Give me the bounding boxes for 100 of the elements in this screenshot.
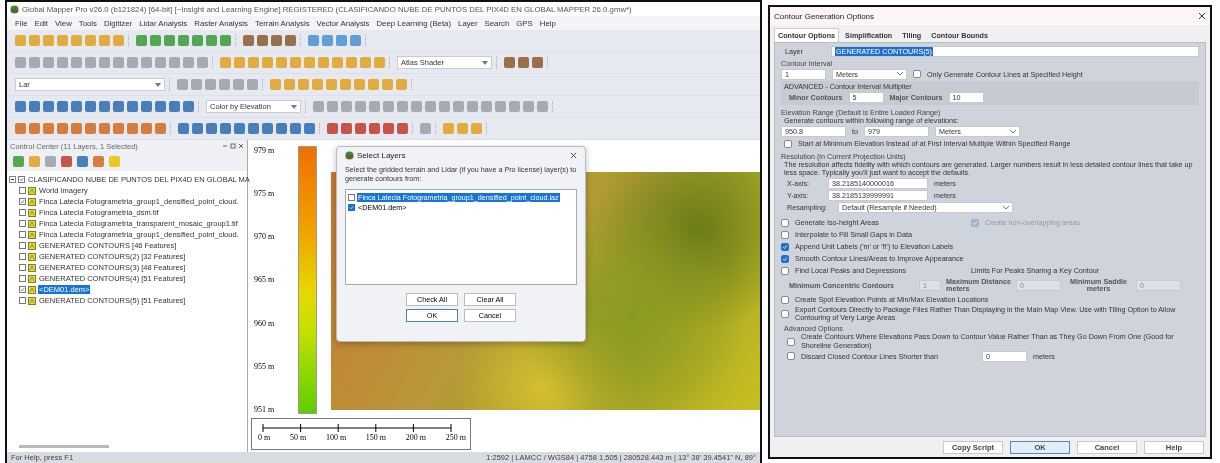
- tool-icon[interactable]: [127, 57, 138, 68]
- tool-icon[interactable]: [57, 57, 68, 68]
- checkbox[interactable]: [787, 352, 795, 361]
- tool-icon[interactable]: [262, 57, 273, 68]
- tool-icon[interactable]: [290, 123, 301, 134]
- tool-icon[interactable]: [304, 123, 315, 134]
- close-icon[interactable]: [1198, 12, 1206, 20]
- tool-icon[interactable]: [192, 123, 203, 134]
- tool-icon[interactable]: [340, 79, 351, 90]
- tool-icon[interactable]: [243, 35, 254, 46]
- tool-icon[interactable]: [85, 123, 96, 134]
- tool-icon[interactable]: [346, 57, 357, 68]
- tool-icon[interactable]: [234, 123, 245, 134]
- tool-icon[interactable]: [247, 79, 258, 90]
- checkbox[interactable]: [19, 242, 26, 249]
- tool-icon[interactable]: [354, 79, 365, 90]
- tool-icon[interactable]: [206, 123, 217, 134]
- tool-icon[interactable]: [220, 57, 231, 68]
- tool-icon[interactable]: [284, 79, 295, 90]
- tool-icon[interactable]: [29, 35, 40, 46]
- tool-icon[interactable]: [29, 57, 40, 68]
- tool-icon[interactable]: [336, 35, 347, 46]
- tool-icon[interactable]: [183, 57, 194, 68]
- tool-icon[interactable]: [29, 156, 40, 167]
- tool-icon[interactable]: [397, 101, 408, 112]
- tool-icon[interactable]: [29, 123, 40, 134]
- tool-icon[interactable]: [504, 57, 515, 68]
- tool-icon[interactable]: [85, 35, 96, 46]
- tool-icon[interactable]: [113, 35, 124, 46]
- tool-icon[interactable]: [355, 123, 366, 134]
- checkbox[interactable]: [781, 295, 789, 304]
- tool-icon[interactable]: [45, 156, 56, 167]
- tool-icon[interactable]: [141, 57, 152, 68]
- tool-icon[interactable]: [169, 57, 180, 68]
- tool-icon[interactable]: [374, 57, 385, 68]
- checkbox[interactable]: [781, 230, 789, 239]
- tool-icon[interactable]: [43, 57, 54, 68]
- tool-icon[interactable]: [71, 35, 82, 46]
- tool-icon[interactable]: [312, 79, 323, 90]
- tool-icon[interactable]: [206, 35, 217, 46]
- tool-icon[interactable]: [57, 123, 68, 134]
- tool-icon[interactable]: [178, 35, 189, 46]
- checkbox[interactable]: [19, 275, 26, 282]
- tool-icon[interactable]: [322, 35, 333, 46]
- tool-icon[interactable]: [248, 57, 259, 68]
- checkbox[interactable]: [781, 254, 789, 263]
- tool-icon[interactable]: [318, 57, 329, 68]
- tool-icon[interactable]: [355, 101, 366, 112]
- tool-icon[interactable]: [276, 57, 287, 68]
- tool-icon[interactable]: [191, 79, 202, 90]
- tool-icon[interactable]: [453, 101, 464, 112]
- tool-icon[interactable]: [285, 35, 296, 46]
- checkbox[interactable]: [19, 297, 26, 304]
- tool-icon[interactable]: [439, 101, 450, 112]
- tool-icon[interactable]: [457, 123, 468, 134]
- tool-icon[interactable]: [77, 156, 88, 167]
- checkbox[interactable]: [19, 231, 26, 238]
- tool-icon[interactable]: [518, 57, 529, 68]
- tool-icon[interactable]: [197, 57, 208, 68]
- tool-icon[interactable]: [127, 123, 138, 134]
- tool-icon[interactable]: [155, 57, 166, 68]
- tool-icon[interactable]: [257, 35, 268, 46]
- tool-icon[interactable]: [164, 35, 175, 46]
- tool-icon[interactable]: [326, 79, 337, 90]
- tool-icon[interactable]: [471, 123, 482, 134]
- tool-icon[interactable]: [382, 79, 393, 90]
- tool-icon[interactable]: [43, 101, 54, 112]
- checkbox[interactable]: [19, 286, 26, 293]
- tool-icon[interactable]: [13, 156, 24, 167]
- tool-icon[interactable]: [178, 123, 189, 134]
- tool-icon[interactable]: [192, 35, 203, 46]
- tool-icon[interactable]: [99, 123, 110, 134]
- tool-icon[interactable]: [425, 101, 436, 112]
- tool-icon[interactable]: [71, 123, 82, 134]
- caret-icon[interactable]: [1010, 129, 1016, 134]
- tool-icon[interactable]: [177, 79, 188, 90]
- tool-icon[interactable]: [113, 57, 124, 68]
- tool-icon[interactable]: [304, 57, 315, 68]
- tool-icon[interactable]: [332, 57, 343, 68]
- tool-icon[interactable]: [29, 101, 40, 112]
- tool-icon[interactable]: [71, 101, 82, 112]
- tool-icon[interactable]: [234, 57, 245, 68]
- tool-icon[interactable]: [327, 101, 338, 112]
- tool-icon[interactable]: [141, 101, 152, 112]
- tool-icon[interactable]: [411, 101, 422, 112]
- tool-icon[interactable]: [537, 101, 548, 112]
- tool-icon[interactable]: [85, 57, 96, 68]
- tool-icon[interactable]: [155, 123, 166, 134]
- tool-icon[interactable]: [155, 101, 166, 112]
- tool-icon[interactable]: [99, 35, 110, 46]
- tool-icon[interactable]: [420, 123, 431, 134]
- tool-icon[interactable]: [99, 57, 110, 68]
- tool-icon[interactable]: [532, 57, 543, 68]
- tool-icon[interactable]: [233, 79, 244, 90]
- checkbox[interactable]: [348, 193, 355, 201]
- tool-icon[interactable]: [397, 123, 408, 134]
- tool-icon[interactable]: [150, 35, 161, 46]
- checkbox[interactable]: [781, 310, 789, 319]
- tool-icon[interactable]: [271, 35, 282, 46]
- caret-icon[interactable]: [482, 60, 488, 65]
